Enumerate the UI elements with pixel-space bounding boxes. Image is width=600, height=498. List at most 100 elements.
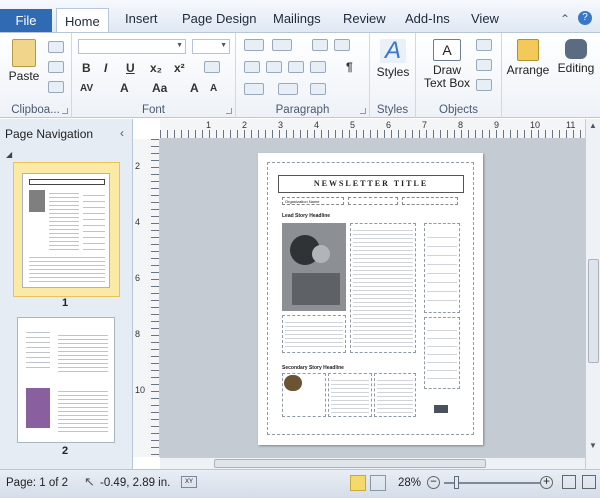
numbering-icon[interactable] xyxy=(272,39,292,51)
character-spacing-icon[interactable]: AV xyxy=(80,83,93,94)
object-size-icon: XY xyxy=(181,476,197,488)
paragraph-launcher-icon[interactable] xyxy=(360,108,366,114)
paragraph-group: ¶ Paragraph xyxy=(236,33,370,118)
styles-group: A Styles Styles xyxy=(370,33,416,118)
newsletter-page[interactable]: NEWSLETTER TITLE Organization Name Lead … xyxy=(258,153,483,445)
paragraph-spacing-icon[interactable] xyxy=(278,83,298,95)
document-workspace[interactable]: NEWSLETTER TITLE Organization Name Lead … xyxy=(160,139,585,457)
table-icon[interactable] xyxy=(476,59,492,71)
zoom-slider-thumb[interactable] xyxy=(454,476,459,489)
increase-indent-icon[interactable] xyxy=(334,39,350,51)
secondary-col-1[interactable] xyxy=(282,373,326,417)
draw-text-box-button[interactable]: A Draw Text Box xyxy=(422,39,472,90)
tab-insert[interactable]: Insert xyxy=(125,11,158,26)
expand-section-icon[interactable]: ◢ xyxy=(6,150,12,159)
columns-icon[interactable] xyxy=(310,83,326,95)
date-box[interactable] xyxy=(402,197,458,205)
subscript-icon[interactable]: x₂ xyxy=(150,61,162,75)
copy-icon[interactable] xyxy=(48,61,64,73)
styles-icon: A xyxy=(380,39,406,63)
align-left-icon[interactable] xyxy=(244,61,260,73)
help-icon[interactable]: ? xyxy=(578,11,592,25)
tab-file[interactable]: File xyxy=(0,9,52,32)
zoom-out-icon[interactable]: − xyxy=(427,476,440,489)
font-color-icon[interactable]: A xyxy=(120,81,129,95)
clipboard-launcher-icon[interactable] xyxy=(62,108,68,114)
page-thumbnail-1[interactable] xyxy=(22,173,110,288)
styles-group-label: Styles xyxy=(376,104,409,116)
editing-label: Editing xyxy=(557,61,595,75)
page-indicator[interactable]: Page: 1 of 2 xyxy=(6,477,68,489)
italic-icon[interactable]: I xyxy=(104,61,107,75)
page-number-1: 1 xyxy=(62,297,69,309)
ruler-label: 4 xyxy=(314,120,320,130)
styles-button[interactable]: A Styles xyxy=(374,39,412,79)
secondary-headline[interactable]: Secondary Story Headline xyxy=(282,363,416,373)
minimize-ribbon-icon[interactable]: ⌃ xyxy=(560,12,570,26)
fit-page-icon[interactable] xyxy=(562,475,576,489)
two-page-view-icon[interactable] xyxy=(370,475,386,491)
objects-group: A Draw Text Box Objects xyxy=(416,33,502,118)
single-page-view-icon[interactable] xyxy=(350,475,366,491)
styles-label: Styles xyxy=(376,65,410,79)
underline-icon[interactable]: U xyxy=(126,61,135,75)
format-painter-icon[interactable] xyxy=(48,81,64,93)
font-launcher-icon[interactable] xyxy=(226,108,232,114)
vertical-scrollbar[interactable]: ▲ ▼ xyxy=(585,119,600,469)
picture-icon[interactable] xyxy=(476,39,492,51)
ruler-label: 2 xyxy=(242,120,248,130)
scroll-down-icon[interactable]: ▼ xyxy=(589,441,597,450)
fullscreen-icon[interactable] xyxy=(582,475,596,489)
show-formatting-icon[interactable]: ¶ xyxy=(346,60,353,74)
objects-group-label: Objects xyxy=(439,104,478,116)
logo-placeholder[interactable] xyxy=(434,405,448,413)
ruler-label: 7 xyxy=(422,120,428,130)
tab-page-design[interactable]: Page Design xyxy=(182,11,256,26)
bold-icon[interactable]: B xyxy=(82,61,91,75)
publisher-window: File Home Insert Page Design Mailings Re… xyxy=(0,0,600,498)
tab-addins[interactable]: Add-Ins xyxy=(405,11,450,26)
font-size-box[interactable]: ▼ xyxy=(192,39,230,54)
font-name-box[interactable]: ▼ xyxy=(78,39,186,54)
zoom-in-icon[interactable]: + xyxy=(540,476,553,489)
shapes-icon[interactable] xyxy=(476,79,492,91)
vertical-scroll-thumb[interactable] xyxy=(588,259,599,363)
tab-view[interactable]: View xyxy=(471,11,499,26)
paste-button[interactable]: Paste xyxy=(4,39,44,83)
justify-icon[interactable] xyxy=(310,61,326,73)
ruler-label: 11 xyxy=(566,120,576,130)
status-bar: Page: 1 of 2 ↖ -0.49, 2.89 in. XY 28% − … xyxy=(0,469,600,498)
lead-photo[interactable] xyxy=(282,223,346,311)
line-spacing-icon[interactable] xyxy=(244,83,264,95)
tab-mailings[interactable]: Mailings xyxy=(273,11,321,26)
superscript-icon[interactable]: x² xyxy=(174,61,185,75)
ruler-label: 8 xyxy=(458,120,464,130)
horizontal-scrollbar[interactable] xyxy=(160,457,585,469)
organization-name[interactable]: Organization Name xyxy=(282,197,344,205)
decrease-indent-icon[interactable] xyxy=(312,39,328,51)
zoom-level[interactable]: 28% xyxy=(398,477,421,489)
clipboard-group: Paste Clipboa... xyxy=(0,33,72,118)
cut-icon[interactable] xyxy=(48,41,64,53)
horizontal-scroll-thumb[interactable] xyxy=(214,459,486,468)
newsletter-title[interactable]: NEWSLETTER TITLE xyxy=(278,175,464,193)
shrink-font-icon[interactable]: A xyxy=(210,83,217,94)
bullets-icon[interactable] xyxy=(244,39,264,51)
page-navigation-pane: Page Navigation ‹ ◢ 1 2 xyxy=(0,119,133,469)
editing-group: Editing xyxy=(552,33,600,118)
grow-font-icon[interactable]: A xyxy=(190,81,199,95)
paste-label: Paste xyxy=(8,69,40,83)
issue-box[interactable] xyxy=(348,197,398,205)
tab-review[interactable]: Review xyxy=(343,11,386,26)
tab-home[interactable]: Home xyxy=(56,8,109,33)
clear-formatting-icon[interactable] xyxy=(204,61,220,73)
collapse-pane-icon[interactable]: ‹ xyxy=(120,126,124,140)
lead-headline[interactable]: Lead Story Headline xyxy=(282,211,390,221)
arrange-button[interactable]: Arrange xyxy=(504,39,552,77)
editing-button[interactable]: Editing xyxy=(554,39,598,75)
page-thumbnail-2[interactable] xyxy=(17,317,115,443)
change-case-icon[interactable]: Aa xyxy=(152,81,167,95)
align-center-icon[interactable] xyxy=(266,61,282,73)
scroll-up-icon[interactable]: ▲ xyxy=(589,121,597,130)
align-right-icon[interactable] xyxy=(288,61,304,73)
